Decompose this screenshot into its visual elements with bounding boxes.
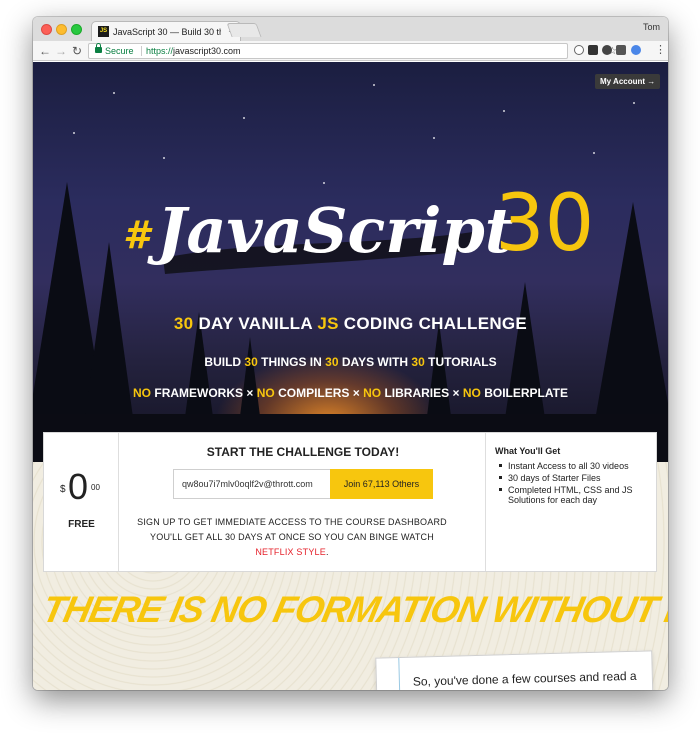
dropbox-extension-icon[interactable] (588, 45, 598, 55)
lock-icon (95, 43, 102, 53)
my-account-button[interactable]: My Account → (595, 74, 661, 89)
reload-icon[interactable]: ↻ (72, 44, 82, 58)
signup-panel: START THE CHALLENGE TODAY! Join 67,113 O… (120, 433, 486, 571)
forward-arrow-icon[interactable]: → (55, 44, 67, 58)
tagline-text: DAY VANILLA (198, 314, 313, 333)
close-window-button[interactable] (41, 24, 52, 35)
url-divider (141, 46, 142, 56)
url-host: javascript30.com (173, 46, 241, 56)
tagline-number: 30 (244, 355, 258, 369)
benefits-panel: What You'll Get Instant Access to all 30… (495, 445, 655, 507)
price-currency: $ (60, 484, 66, 495)
signup-description: SIGN UP TO GET IMMEDIATE ACCESS TO THE C… (131, 515, 453, 560)
margin-line (398, 658, 401, 690)
star (503, 110, 505, 112)
hero-section: My Account → # JavaScript 30 30 DAY VANI… (33, 62, 668, 462)
repetition-quote: THERE IS NO FORMATION WITHOUT REPETITION… (38, 589, 668, 630)
address-bar[interactable]: Secure https://javascript30.com ☆ (88, 43, 617, 59)
benefit-item: Completed HTML, CSS and JS Solutions for… (495, 485, 655, 505)
tagline-no: NO (256, 386, 275, 400)
browser-window: JS JavaScript 30 — Build 30 thin × Tom ←… (33, 17, 668, 690)
star (633, 102, 635, 104)
info-extension-icon[interactable] (574, 45, 584, 55)
notebook-card: So, you've done a few courses and read a (375, 650, 654, 690)
tagline-item: COMPILERS (278, 386, 350, 400)
logo-word: JavaScript (147, 194, 514, 267)
tagline-number: 30 (325, 355, 339, 369)
separator-icon: × (352, 386, 360, 400)
star (243, 117, 245, 119)
minimize-window-button[interactable] (56, 24, 67, 35)
tagline-no: NO (462, 386, 481, 400)
back-arrow-icon[interactable]: ← (39, 44, 51, 58)
tagline-text: DAYS WITH (341, 355, 409, 369)
star (373, 84, 375, 86)
tagline-text: THINGS IN (261, 355, 322, 369)
url-text: https://javascript30.com (146, 45, 241, 58)
benefit-item: 30 days of Starter Files (495, 473, 655, 483)
tagline-number: 30 (173, 314, 194, 333)
signup-card: $ 0 00 FREE START THE CHALLENGE TODAY! J… (43, 432, 657, 572)
browser-toolbar: ← → ↻ Secure https://javascript30.com ☆ … (33, 41, 668, 61)
join-button[interactable]: Join 67,113 Others (330, 469, 433, 499)
tagline-text: TUTORIALS (428, 355, 497, 369)
tab-title: JavaScript 30 — Build 30 thin (113, 27, 221, 37)
tagline-js: JS (317, 314, 339, 333)
email-field[interactable] (173, 469, 331, 499)
js-favicon-icon: JS (98, 26, 109, 37)
tagline-build: BUILD 30 THINGS IN 30 DAYS WITH 30 TUTOR… (33, 355, 668, 369)
logo-number: 30 (495, 179, 594, 269)
price-amount: 0 (68, 466, 89, 507)
price-label: FREE (68, 519, 95, 530)
separator-icon: × (452, 386, 460, 400)
separator-icon: × (246, 386, 254, 400)
secure-label: Secure (105, 46, 134, 56)
price-cents: 00 (91, 483, 100, 492)
profile-name[interactable]: Tom (643, 22, 660, 32)
logo-hash: # (123, 213, 153, 257)
tagline-number: 30 (411, 355, 425, 369)
javascript30-logo: # JavaScript 30 (123, 179, 594, 274)
notebook-text: So, you've done a few courses and read a (412, 668, 637, 689)
browser-tab[interactable]: JS JavaScript 30 — Build 30 thin × (91, 21, 241, 41)
tagline-text: BUILD (204, 355, 242, 369)
tagline-item: BOILERPLATE (484, 386, 568, 400)
account-extension-icon[interactable] (631, 45, 641, 55)
benefits-heading: What You'll Get (495, 446, 561, 456)
star (593, 152, 595, 154)
price-panel: $ 0 00 FREE (44, 433, 119, 571)
url-scheme: https:// (146, 46, 174, 56)
tagline-no: NO (363, 386, 382, 400)
pocket-extension-icon[interactable] (616, 45, 626, 55)
star (163, 157, 165, 159)
benefit-item: Instant Access to all 30 videos (495, 461, 655, 471)
tagline-text: CODING CHALLENGE (343, 314, 528, 333)
new-tab-button[interactable] (226, 23, 262, 37)
page-content: My Account → # JavaScript 30 30 DAY VANI… (33, 62, 668, 690)
zoom-window-button[interactable] (71, 24, 82, 35)
benefits-list: Instant Access to all 30 videos 30 days … (495, 461, 655, 505)
tab-strip: JS JavaScript 30 — Build 30 thin × Tom (33, 17, 668, 41)
signup-desc-end: . (325, 547, 329, 557)
tagline-item: LIBRARIES (384, 386, 450, 400)
tagline-main: 30 DAY VANILLA JS CODING CHALLENGE (33, 314, 668, 334)
netflix-style-text: NETFLIX STYLE (255, 547, 326, 557)
star (433, 137, 435, 139)
star (73, 132, 75, 134)
signup-heading: START THE CHALLENGE TODAY! (206, 445, 400, 459)
star (113, 92, 115, 94)
menu-dots-icon[interactable]: ⋮ (655, 44, 666, 57)
cloud-extension-icon[interactable] (602, 45, 612, 55)
tagline-no: NO (133, 386, 152, 400)
tagline-no-list: NO FRAMEWORKS × NO COMPILERS × NO LIBRAR… (33, 386, 668, 400)
tagline-item: FRAMEWORKS (154, 386, 244, 400)
signup-desc-text: SIGN UP TO GET IMMEDIATE ACCESS TO THE C… (137, 517, 447, 542)
